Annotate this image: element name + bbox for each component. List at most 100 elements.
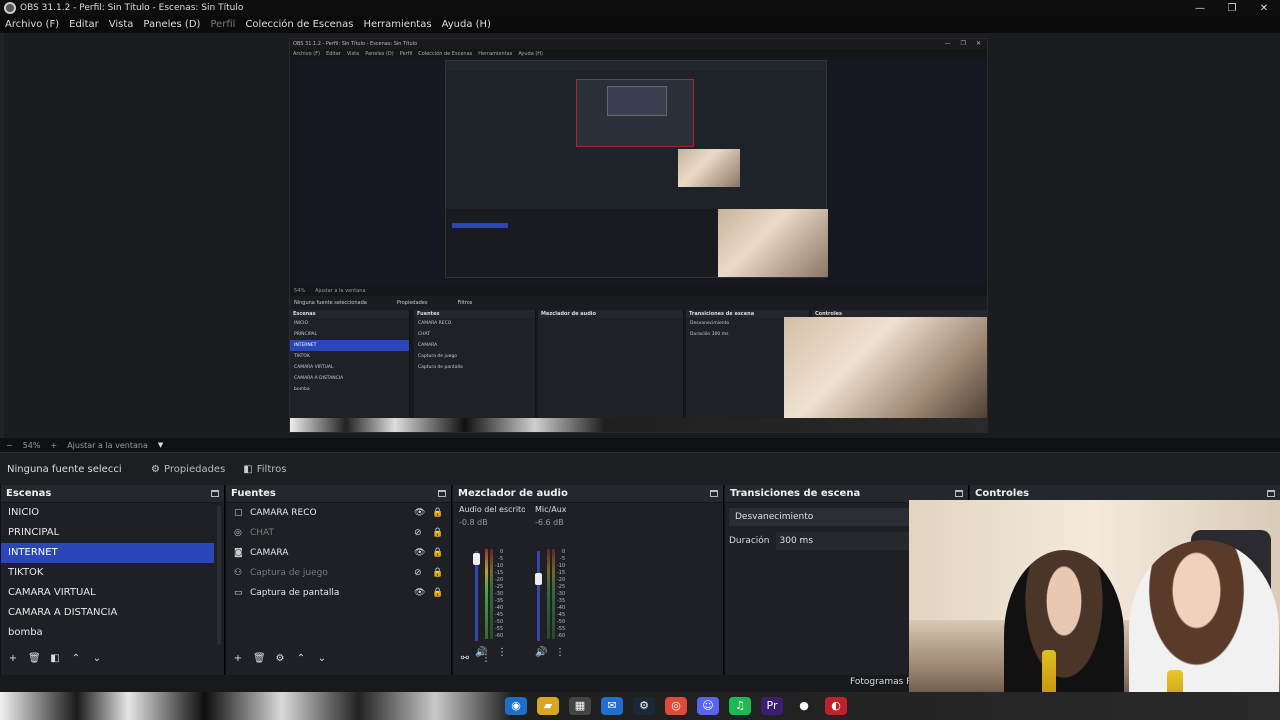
edge-icon[interactable]: ◉: [505, 697, 527, 715]
nested-obs-window-2: [445, 60, 828, 278]
nested-webcam-small: [678, 149, 740, 187]
nested-title-text: OBS 31.1.2 - Perfil: Sin Título - Escena…: [293, 41, 418, 47]
menu-scene-collection[interactable]: Colección de Escenas: [245, 19, 353, 30]
zoom-in-button[interactable]: +: [50, 441, 57, 450]
source-item-chat[interactable]: ◎ CHAT ⊘ 🔒: [226, 523, 451, 543]
mail-icon[interactable]: ✉: [601, 697, 623, 715]
nested-scene-item: PRINCIPAL: [294, 332, 318, 337]
filter-icon[interactable]: ◧: [49, 653, 61, 664]
more-options-icon[interactable]: ⋮: [480, 653, 492, 664]
nested-source-item: CAMARA: [418, 343, 438, 348]
spotify-icon[interactable]: ♫: [729, 697, 751, 715]
title-bar: OBS 31.1.2 - Perfil: Sin Título - Escena…: [0, 0, 1280, 16]
nested-menu-item: Paneles (D): [365, 50, 394, 57]
scene-item-inicio[interactable]: INICIO: [1, 503, 214, 523]
volume-fader-knob[interactable]: [473, 553, 480, 565]
eye-icon[interactable]: 👁: [414, 548, 426, 558]
link-icon[interactable]: ⚯: [459, 653, 471, 664]
store-icon[interactable]: ▦: [569, 697, 591, 715]
zoom-fit-dropdown[interactable]: Ajustar a la ventana: [67, 441, 148, 450]
menu-help[interactable]: Ayuda (H): [442, 19, 491, 30]
menu-docks[interactable]: Paneles (D): [143, 19, 200, 30]
volume-fader-mic[interactable]: [537, 551, 540, 641]
chrome-icon[interactable]: ◎: [665, 697, 687, 715]
minimize-button[interactable]: —: [1184, 3, 1216, 14]
more-options-icon[interactable]: ⋮: [555, 647, 565, 658]
nested-scene-item: INICIO: [294, 321, 309, 326]
menu-tools[interactable]: Herramientas: [363, 19, 431, 30]
eye-off-icon[interactable]: ⊘: [414, 528, 426, 538]
scene-item-internet[interactable]: INTERNET: [1, 543, 214, 563]
undock-icon[interactable]: [211, 490, 219, 497]
undock-icon[interactable]: [710, 490, 718, 497]
channel-db: -6.6 dB: [535, 518, 564, 527]
source-item-captura-de-pantalla[interactable]: ▭ Captura de pantalla 👁 🔒: [226, 583, 451, 603]
scene-item-camara-a-distancia[interactable]: CAMARA A DISTANCIA: [1, 603, 214, 623]
record-icon[interactable]: ◐: [825, 697, 847, 715]
trash-icon[interactable]: 🗑: [28, 653, 41, 664]
add-icon[interactable]: +: [232, 653, 244, 664]
menu-view[interactable]: Vista: [109, 19, 134, 30]
discord-icon[interactable]: ☺: [697, 697, 719, 715]
trash-icon[interactable]: 🗑: [253, 653, 266, 664]
lock-icon[interactable]: 🔒: [432, 588, 444, 598]
maximize-button[interactable]: ❐: [1216, 3, 1248, 14]
nested-source-item: Captura de juego: [418, 354, 457, 359]
menu-bar: Archivo (F) Editar Vista Paneles (D) Per…: [0, 16, 1280, 33]
nested-duration: 300 ms: [711, 332, 729, 337]
lock-icon[interactable]: 🔒: [432, 528, 444, 538]
gear-icon[interactable]: ⚙: [274, 653, 286, 664]
move-down-icon[interactable]: ⌄: [91, 653, 103, 664]
source-item-captura-de-juego[interactable]: ⚇ Captura de juego ⊘ 🔒: [226, 563, 451, 583]
move-up-icon[interactable]: ⌃: [295, 653, 307, 664]
undock-icon[interactable]: [1267, 490, 1275, 497]
undock-icon[interactable]: [438, 490, 446, 497]
scene-item-camara-virtual[interactable]: CAMARA VIRTUAL: [1, 583, 214, 603]
preview-area[interactable]: OBS 31.1.2 - Perfil: Sin Título - Escena…: [0, 33, 1280, 438]
properties-button[interactable]: ⚙ Propiedades: [151, 464, 225, 475]
move-down-icon[interactable]: ⌄: [316, 653, 328, 664]
eye-icon[interactable]: 👁: [414, 508, 426, 518]
eye-off-icon[interactable]: ⊘: [414, 568, 426, 578]
steam-icon[interactable]: ⚙: [633, 697, 655, 715]
zoom-out-button[interactable]: −: [6, 441, 13, 450]
scene-item-principal[interactable]: PRINCIPAL: [1, 523, 214, 543]
nested-dock-scenes: Escenas INICIO PRINCIPAL INTERNET TIKTOK…: [290, 310, 410, 418]
eye-icon[interactable]: 👁: [414, 588, 426, 598]
controls-dock-title: Controles: [975, 488, 1030, 499]
add-icon[interactable]: +: [7, 653, 19, 664]
chevron-down-icon[interactable]: ▼: [158, 441, 163, 449]
menu-file[interactable]: Archivo (F): [5, 19, 59, 30]
lock-icon[interactable]: 🔒: [432, 548, 444, 558]
source-item-camara[interactable]: ◙ CAMARA 👁 🔒: [226, 543, 451, 563]
menu-edit[interactable]: Editar: [69, 19, 99, 30]
move-up-icon[interactable]: ⌃: [70, 653, 82, 664]
volume-fader-knob[interactable]: [535, 573, 542, 585]
lock-icon[interactable]: 🔒: [432, 568, 444, 578]
premiere-icon[interactable]: Pr: [761, 697, 783, 715]
speaker-icon[interactable]: 🔊: [535, 647, 547, 658]
nested-no-source: Ninguna fuente seleccionada: [294, 300, 367, 306]
source-list: ▢ CAMARA RECO 👁 🔒 ◎ CHAT ⊘ 🔒 ◙ CAMARA 👁 …: [226, 503, 451, 603]
folder-icon[interactable]: ▰: [537, 697, 559, 715]
scene-list-scrollbar[interactable]: [217, 505, 221, 645]
obs-icon[interactable]: ●: [793, 697, 815, 715]
duration-input[interactable]: 300 ms: [775, 532, 916, 550]
more-options-icon[interactable]: ⋮: [497, 647, 507, 658]
nested-scene-item: INTERNET: [290, 340, 409, 351]
sources-dock-header: Fuentes: [226, 485, 451, 503]
program-preview[interactable]: OBS 31.1.2 - Perfil: Sin Título - Escena…: [289, 38, 988, 433]
undock-icon[interactable]: [955, 490, 963, 497]
nested-source-item: CHAT: [418, 332, 431, 337]
close-button[interactable]: ✕: [1248, 3, 1280, 14]
lock-icon[interactable]: 🔒: [432, 508, 444, 518]
menu-profile[interactable]: Perfil: [210, 19, 235, 30]
filters-button[interactable]: ◧ Filtros: [243, 464, 286, 475]
nested-dock-sources: Fuentes CAMARA RECO CHAT CAMARA Captura …: [414, 310, 536, 418]
webcam-overlay: [909, 500, 1280, 720]
camera-icon: ◙: [234, 548, 243, 558]
source-item-camara-reco[interactable]: ▢ CAMARA RECO 👁 🔒: [226, 503, 451, 523]
scene-item-tiktok[interactable]: TIKTOK: [1, 563, 214, 583]
mixer-dock-header: Mezclador de audio: [453, 485, 723, 503]
scene-item-bomba[interactable]: bomba: [1, 623, 214, 643]
